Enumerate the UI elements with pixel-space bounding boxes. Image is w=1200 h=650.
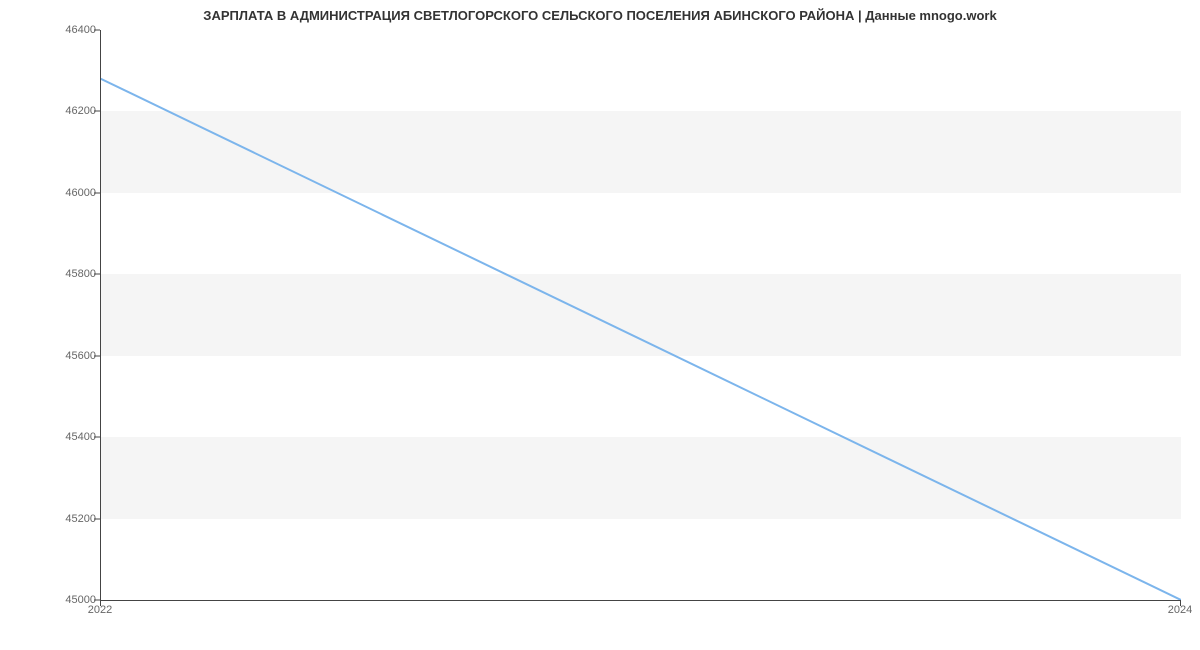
chart-title: ЗАРПЛАТА В АДМИНИСТРАЦИЯ СВЕТЛОГОРСКОГО … <box>0 8 1200 23</box>
plot-area <box>100 30 1181 601</box>
y-tick-label: 46000 <box>6 187 96 199</box>
y-tick-label: 46200 <box>6 105 96 117</box>
y-tick-mark <box>94 274 100 275</box>
salary-chart: ЗАРПЛАТА В АДМИНИСТРАЦИЯ СВЕТЛОГОРСКОГО … <box>0 0 1200 650</box>
y-tick-mark <box>94 437 100 438</box>
y-tick-label: 45800 <box>6 268 96 280</box>
y-tick-label: 45400 <box>6 431 96 443</box>
line-series <box>101 30 1181 600</box>
y-tick-mark <box>94 192 100 193</box>
y-tick-label: 45600 <box>6 350 96 362</box>
y-tick-label: 45200 <box>6 513 96 525</box>
y-tick-mark <box>94 30 100 31</box>
x-tick-mark <box>100 600 101 606</box>
y-tick-mark <box>94 355 100 356</box>
y-tick-label: 45000 <box>6 594 96 606</box>
y-tick-mark <box>94 518 100 519</box>
y-tick-label: 46400 <box>6 24 96 36</box>
y-tick-mark <box>94 111 100 112</box>
x-tick-mark <box>1180 600 1181 606</box>
